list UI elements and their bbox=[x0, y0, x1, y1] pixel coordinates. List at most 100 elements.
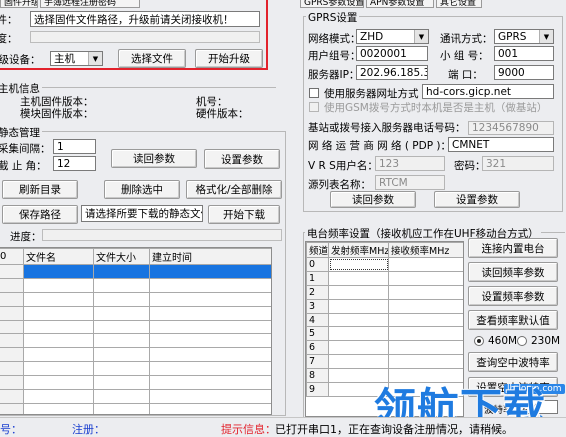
password-field[interactable]: 321 bbox=[482, 156, 554, 171]
query-air-baud-button[interactable]: 查询空中波特率 bbox=[468, 352, 558, 372]
user-group-label: 用户组号： bbox=[308, 50, 361, 62]
table-row[interactable] bbox=[0, 291, 271, 307]
source-list-label: 源列表名称： bbox=[308, 179, 371, 191]
gprs-group-title: GPRS设置 bbox=[306, 10, 360, 25]
station-phone-label: 基站或拨号接入服务器电话号码： bbox=[308, 122, 466, 134]
delete-selected-button[interactable]: 删除选中 bbox=[104, 180, 180, 199]
server-domain-field[interactable]: hd-cors.gicp.net bbox=[422, 84, 554, 99]
tip-message: 已打开串口1，正在查询设备注册情况，请稍候。 bbox=[275, 423, 513, 436]
col-tx-freq: 发射频率MHz bbox=[328, 242, 389, 258]
table-row[interactable] bbox=[0, 361, 271, 377]
small-group-label: 小 组 号： bbox=[440, 50, 489, 62]
tip-label: 提示信息： bbox=[221, 423, 276, 436]
user-group-field[interactable]: 0020001 bbox=[356, 46, 428, 61]
freq-row[interactable]: 8 bbox=[306, 368, 463, 384]
col-filename: 文件名 bbox=[23, 248, 94, 265]
status-bar: 号： 注册： 提示信息： 已打开串口1，正在查询设备注册情况，请稍候。 bbox=[0, 417, 566, 437]
files-table-header: 0 文件名 文件大小 建立时间 bbox=[0, 248, 271, 265]
table-row[interactable] bbox=[0, 333, 271, 349]
save-path-button[interactable]: 保存路径 bbox=[2, 205, 78, 224]
freq-row[interactable]: 4 bbox=[306, 312, 463, 328]
hw-version-label: 硬件版本： bbox=[196, 108, 249, 120]
table-row[interactable] bbox=[0, 375, 271, 391]
freq-row[interactable]: 0 bbox=[306, 257, 463, 272]
station-phone-field[interactable]: 1234567890 bbox=[468, 121, 554, 135]
gsm-base-label: 使用GSM拨号方式时本机是否是主机（做基站） bbox=[324, 102, 548, 114]
freq-row[interactable]: 1 bbox=[306, 270, 463, 286]
server-ip-label: 服务器IP： bbox=[308, 69, 360, 81]
file-label: 文件： bbox=[0, 14, 18, 26]
chevron-down-icon: ▼ bbox=[414, 30, 428, 43]
cutoff-label: 截 止 角： bbox=[0, 160, 47, 172]
port-label: 端 口： bbox=[448, 69, 483, 81]
device-label: 升级设备： bbox=[0, 54, 41, 66]
select-file-button[interactable]: 选择文件 bbox=[118, 49, 186, 68]
comm-mode-label: 通讯方式： bbox=[440, 33, 493, 45]
band-460-label: 460M bbox=[488, 335, 518, 347]
device-select[interactable]: 主机 ▼ bbox=[50, 51, 103, 66]
apn-label: 网 络 运 营 商 网 络 ( PDP )： bbox=[308, 140, 451, 152]
static-files-table[interactable]: 0 文件名 文件大小 建立时间 bbox=[0, 247, 272, 415]
gprs-set-params-button[interactable]: 设置参数 bbox=[434, 191, 520, 208]
start-download-button[interactable]: 开始下载 bbox=[208, 205, 280, 224]
table-row[interactable] bbox=[0, 277, 271, 293]
connect-radio-button[interactable]: 连接内置电台 bbox=[468, 238, 558, 258]
upgrade-progress-label: 进度： bbox=[0, 33, 18, 45]
download-progress-bar bbox=[42, 229, 282, 241]
upgrade-progress-bar bbox=[30, 31, 260, 43]
freq-row[interactable]: 5 bbox=[306, 326, 463, 342]
table-row[interactable] bbox=[0, 305, 271, 321]
static-read-params-button[interactable]: 读回参数 bbox=[111, 149, 197, 168]
port-field[interactable]: 9000 bbox=[494, 65, 554, 80]
table-row[interactable] bbox=[0, 389, 271, 404]
apn-field[interactable]: CMNET bbox=[448, 137, 554, 152]
col-created: 建立时间 bbox=[149, 248, 271, 265]
vrs-user-label: V R S用户名： bbox=[308, 160, 378, 172]
static-management-title: 静态管理 bbox=[0, 125, 42, 140]
read-freq-button[interactable]: 读回频率参数 bbox=[468, 262, 558, 282]
format-delete-all-button[interactable]: 格式化/全部删除 bbox=[186, 180, 282, 199]
small-group-field[interactable]: 001 bbox=[494, 46, 554, 61]
module-fw-label: 模块固件版本： bbox=[20, 108, 94, 120]
interval-field[interactable]: 1 bbox=[53, 139, 96, 154]
network-mode-select[interactable]: ZHD ▼ bbox=[356, 29, 429, 44]
download-path-field[interactable]: 请选择所要下载的静态文件 bbox=[81, 205, 203, 222]
static-set-params-button[interactable]: 设置参数 bbox=[204, 149, 280, 169]
band-230-radio[interactable] bbox=[517, 336, 527, 346]
col-index: 0 bbox=[0, 248, 24, 265]
gprs-read-params-button[interactable]: 读回参数 bbox=[330, 191, 416, 208]
freq-row[interactable]: 7 bbox=[306, 354, 463, 370]
network-mode-label: 网络模式： bbox=[308, 33, 361, 45]
default-freq-button[interactable]: 查看频率默认值 bbox=[468, 310, 558, 330]
register-label: 注册： bbox=[72, 423, 105, 436]
tab-gprs-params[interactable]: GPRS参数设置 bbox=[300, 0, 364, 8]
table-row[interactable] bbox=[0, 264, 271, 279]
col-rx-freq: 接收频率MHz bbox=[388, 242, 463, 258]
server-ip-field[interactable]: 202.96.185.34 bbox=[356, 65, 428, 80]
start-upgrade-button[interactable]: 开始升级 bbox=[195, 49, 263, 68]
cutoff-angle-field[interactable]: 12 bbox=[53, 156, 96, 171]
serial-no-label: 号： bbox=[0, 423, 22, 436]
set-freq-button[interactable]: 设置频率参数 bbox=[468, 286, 558, 306]
comm-mode-select[interactable]: GPRS ▼ bbox=[494, 29, 554, 44]
col-filesize: 文件大小 bbox=[93, 248, 150, 265]
firmware-file-field[interactable]: 选择固件文件路径，升级前请关闭接收机！ bbox=[30, 11, 260, 27]
freq-row[interactable]: 6 bbox=[306, 340, 463, 356]
use-domain-checkbox[interactable] bbox=[309, 88, 319, 98]
table-row[interactable] bbox=[0, 347, 271, 363]
source-list-field[interactable]: RTCM bbox=[375, 175, 445, 190]
freq-table-header: 频道 发射频率MHz 接收频率MHz bbox=[306, 242, 463, 258]
freq-row[interactable]: 2 bbox=[306, 284, 463, 300]
tab-apn-params[interactable]: APN参数设置 bbox=[366, 0, 434, 8]
band-460-radio[interactable] bbox=[474, 336, 484, 346]
freq-row[interactable]: 3 bbox=[306, 298, 463, 314]
vrs-user-field[interactable]: 123 bbox=[375, 156, 445, 171]
gsm-base-checkbox[interactable] bbox=[309, 102, 319, 112]
band-230-label: 230M bbox=[531, 335, 561, 347]
password-label: 密码： bbox=[454, 160, 486, 172]
refresh-directory-button[interactable]: 刷新目录 bbox=[2, 180, 78, 199]
chevron-down-icon: ▼ bbox=[88, 52, 102, 65]
tab-other-settings[interactable]: 其它设置 bbox=[436, 0, 482, 8]
table-row[interactable] bbox=[0, 402, 271, 414]
table-row[interactable] bbox=[0, 319, 271, 335]
